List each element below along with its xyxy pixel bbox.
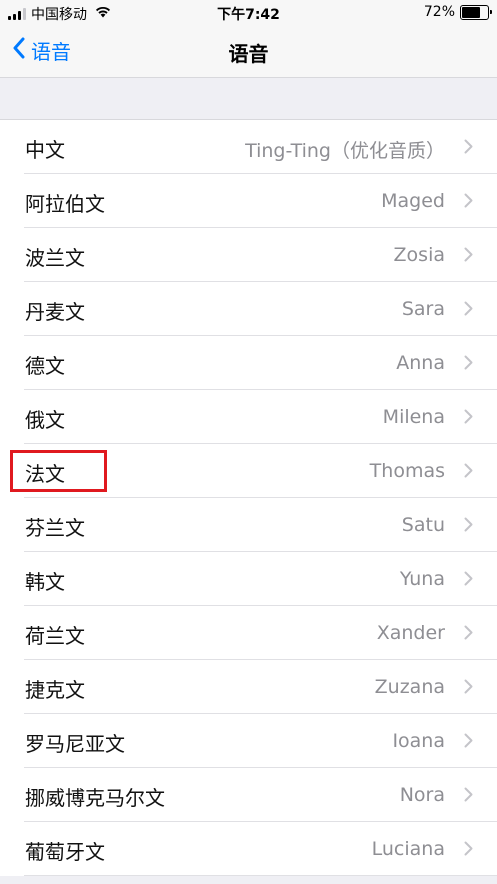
battery-percent: 72% (423, 4, 455, 20)
battery-fill (462, 6, 480, 18)
voice-value: Nora (399, 784, 445, 806)
language-label: 中文 (25, 138, 65, 162)
chevron-right-icon (464, 463, 473, 482)
chevron-right-icon (464, 139, 473, 158)
status-time: 下午7:42 (217, 7, 280, 23)
chevron-right-icon (464, 301, 473, 320)
chevron-right-icon (464, 625, 473, 644)
list-item[interactable]: 俄文 Milena (0, 390, 497, 444)
list-item[interactable]: 阿拉伯文 Maged (0, 174, 497, 228)
list-item[interactable]: 波兰文 Zosia (0, 228, 497, 282)
chevron-right-icon (464, 571, 473, 590)
list-item[interactable]: 捷克文 Zuzana (0, 660, 497, 714)
language-label: 荷兰文 (25, 624, 85, 648)
chevron-right-icon (464, 787, 473, 806)
list-item[interactable]: 挪威博克马尔文 Nora (0, 768, 497, 822)
voice-value: Maged (381, 190, 445, 212)
chevron-right-icon (464, 841, 473, 860)
chevron-right-icon (464, 517, 473, 536)
voice-value: Thomas (369, 460, 445, 482)
voice-value: Ioana (392, 730, 445, 752)
navigation-bar: 语音 语音 (0, 26, 497, 78)
list-item[interactable]: 罗马尼亚文 Ioana (0, 714, 497, 768)
voice-value: Zosia (393, 244, 445, 266)
language-label: 韩文 (25, 570, 65, 594)
chevron-right-icon (464, 355, 473, 374)
list-item[interactable]: 中文 Ting-Ting（优化音质） (0, 120, 497, 174)
language-label: 葡萄牙文 (25, 840, 105, 864)
chevron-right-icon (464, 733, 473, 752)
list-item[interactable]: 丹麦文 Sara (0, 282, 497, 336)
voice-value: Milena (382, 406, 445, 428)
voice-value: Satu (401, 514, 445, 536)
page-title: 语音 (228, 42, 269, 66)
highlight-annotation-box (10, 450, 107, 492)
list-item[interactable]: 葡萄牙文 Luciana (0, 822, 497, 876)
voice-value: Zuzana (374, 676, 445, 698)
voice-value: Anna (396, 352, 445, 374)
voice-value: Yuna (399, 568, 445, 590)
voice-list: 中文 Ting-Ting（优化音质） 阿拉伯文 Maged 波兰文 Zosia 丹麦文 Sar… (0, 119, 497, 876)
language-label: 丹麦文 (25, 300, 85, 324)
list-item[interactable]: 德文 Anna (0, 336, 497, 390)
list-item[interactable]: 荷兰文 Xander (0, 606, 497, 660)
list-item[interactable]: 韩文 Yuna (0, 552, 497, 606)
chevron-right-icon (464, 247, 473, 266)
voice-value: Ting-Ting（优化音质） (245, 140, 445, 162)
language-label: 挪威博克马尔文 (25, 786, 165, 810)
chevron-right-icon (464, 679, 473, 698)
language-label: 阿拉伯文 (25, 192, 105, 216)
voice-value: Xander (376, 622, 445, 644)
status-right: 72% (423, 4, 492, 20)
chevron-right-icon (464, 193, 473, 212)
voice-value: Sara (401, 298, 445, 320)
language-label: 波兰文 (25, 246, 85, 270)
battery-icon (460, 4, 492, 20)
voice-value: Luciana (371, 838, 445, 860)
language-label: 罗马尼亚文 (25, 732, 125, 756)
language-label: 捷克文 (25, 678, 85, 702)
language-label: 芬兰文 (25, 516, 85, 540)
list-item[interactable]: 芬兰文 Satu (0, 498, 497, 552)
chevron-right-icon (464, 409, 473, 428)
language-label: 德文 (25, 354, 65, 378)
status-bar: 中国移动 下午7:42 72% (0, 0, 497, 26)
language-label: 俄文 (25, 408, 65, 432)
